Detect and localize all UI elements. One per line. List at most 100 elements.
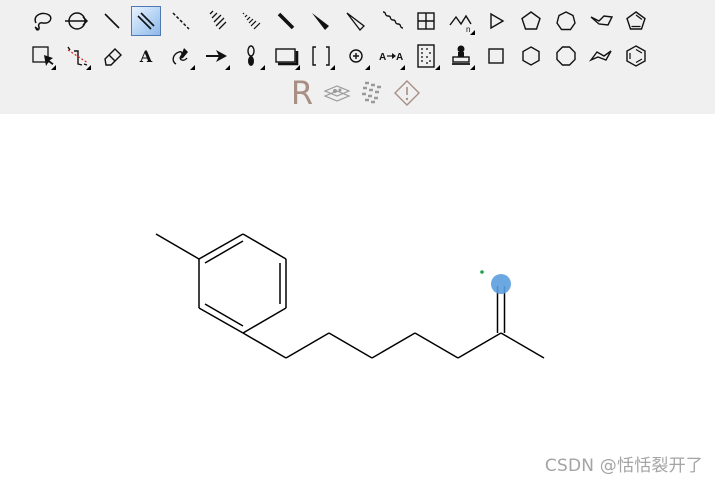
tool-button-mapping[interactable]: AA	[376, 41, 406, 71]
toolbar: nAAAR	[0, 0, 715, 114]
double-bond-icon	[137, 12, 155, 30]
bond-line[interactable]	[242, 233, 287, 260]
svg-text:A: A	[139, 47, 153, 66]
cycloheptane-ring-icon	[556, 11, 576, 31]
tool-button-bold[interactable]	[271, 6, 301, 36]
text-tool-icon: A	[139, 47, 153, 66]
molecule-drawing	[155, 233, 545, 359]
hashed-wedge-bond-icon	[242, 12, 261, 30]
drawing-canvas[interactable]: CSDN @恬恬裂开了	[0, 114, 715, 484]
tool-button-stamp[interactable]	[446, 41, 476, 71]
dropdown-corner-icon	[86, 65, 91, 70]
tool-button-box[interactable]	[271, 41, 301, 71]
wavy-bond-icon	[382, 11, 404, 29]
tool-button-single[interactable]	[97, 6, 127, 36]
tool-button-square[interactable]	[481, 41, 511, 71]
dropdown-corner-icon	[330, 65, 335, 70]
tool-button-lasso[interactable]	[27, 6, 57, 36]
dropdown-corner-icon	[260, 65, 265, 70]
bond-line[interactable]	[198, 233, 244, 260]
tool-button-double[interactable]	[131, 6, 161, 36]
bond-line[interactable]	[198, 307, 244, 334]
tool-button-heptagon[interactable]	[551, 6, 581, 36]
tool-button-perspective[interactable]	[62, 41, 92, 71]
tool-button-rgroup[interactable]: R	[287, 74, 317, 112]
tool-button-triangle[interactable]	[481, 6, 511, 36]
tool-button-hollowwedge[interactable]	[341, 6, 371, 36]
cyclopropane-ring-icon	[490, 12, 505, 30]
cyclohexane-boat-icon	[588, 50, 612, 62]
dropdown-corner-icon	[365, 65, 370, 70]
tool-button-pentagon[interactable]	[516, 6, 546, 36]
dropdown-corner-icon	[470, 65, 475, 70]
dropdown-corner-icon	[225, 65, 230, 70]
tool-button-gel[interactable]	[357, 78, 387, 108]
atom-hover-highlight[interactable]	[491, 274, 511, 294]
tool-button-chair[interactable]	[586, 6, 616, 36]
eraser-icon	[104, 48, 122, 66]
tool-button-arrow[interactable]	[201, 41, 231, 71]
single-bond-icon	[104, 13, 120, 29]
rotate-icon	[65, 12, 89, 30]
cursor-dot	[480, 270, 484, 274]
svg-text:R: R	[291, 74, 313, 112]
dropdown-corner-icon	[190, 65, 195, 70]
bond-line[interactable]	[155, 233, 200, 260]
dropdown-corner-icon	[470, 30, 475, 35]
tool-button-hexagon[interactable]	[516, 41, 546, 71]
tool-button-charge[interactable]	[341, 41, 371, 71]
svg-text:A: A	[379, 52, 386, 63]
cyclopentadiene-ring-icon	[626, 11, 646, 30]
tool-button-chain[interactable]: n	[446, 6, 476, 36]
tlc-plate-icon	[323, 85, 351, 102]
dropdown-corner-icon	[51, 65, 56, 70]
tool-button-wedge[interactable]	[306, 6, 336, 36]
lasso-select-icon	[34, 12, 52, 31]
tool-button-text[interactable]: A	[131, 41, 161, 71]
bond-line[interactable]	[414, 332, 459, 359]
tool-button-boat[interactable]	[586, 41, 616, 71]
tool-button-marquee[interactable]	[27, 41, 57, 71]
tool-button-benzene[interactable]	[621, 41, 651, 71]
tool-button-warning[interactable]	[392, 78, 422, 108]
cyclopentane-ring-icon	[521, 11, 541, 30]
tool-button-query[interactable]	[411, 41, 441, 71]
dropdown-corner-icon	[400, 65, 405, 70]
cyclobutane-ring-icon	[488, 48, 504, 64]
cyclohexane-ring-icon	[522, 46, 540, 66]
gel-electrophoresis-icon	[362, 81, 381, 104]
r-group-icon: R	[291, 74, 313, 112]
tool-button-hashed[interactable]	[201, 6, 231, 36]
chemdraw-editor: nAAAR CSDN @恬恬裂开了	[0, 0, 715, 484]
wedge-bond-icon	[312, 13, 329, 30]
bond-line[interactable]	[328, 332, 373, 359]
tool-button-eraser[interactable]	[97, 41, 127, 71]
bond-line[interactable]	[242, 307, 287, 334]
bond-line[interactable]	[285, 332, 330, 359]
cyclooctane-ring-icon	[556, 46, 576, 66]
cyclohexane-chair-icon	[590, 15, 614, 26]
hollow-wedge-bond-icon	[346, 12, 365, 31]
tool-button-orbital[interactable]	[236, 41, 266, 71]
hashed-bond-icon	[209, 10, 227, 30]
molecule-marks	[480, 270, 511, 294]
tool-button-grid[interactable]	[411, 6, 441, 36]
bond-line[interactable]	[371, 332, 416, 359]
tool-button-dashed[interactable]	[166, 6, 196, 36]
tool-button-rotate[interactable]	[62, 6, 92, 36]
warning-diamond-icon	[394, 80, 420, 106]
molecule-bonds	[155, 233, 545, 359]
watermark: CSDN @恬恬裂开了	[544, 456, 703, 476]
bond-line[interactable]	[457, 332, 502, 359]
tool-button-cyclopentadiene[interactable]	[621, 6, 651, 36]
tool-button-octagon[interactable]	[551, 41, 581, 71]
tool-button-pen[interactable]	[166, 41, 196, 71]
tool-button-tlc[interactable]	[322, 78, 352, 108]
bold-bond-icon	[277, 12, 295, 30]
bond-line[interactable]	[500, 332, 545, 359]
tool-button-wavy[interactable]	[376, 6, 406, 36]
tool-button-hashwedge[interactable]	[236, 6, 266, 36]
bond-line[interactable]	[242, 332, 287, 359]
tool-button-brackets[interactable]	[306, 41, 336, 71]
dropdown-corner-icon	[435, 65, 440, 70]
